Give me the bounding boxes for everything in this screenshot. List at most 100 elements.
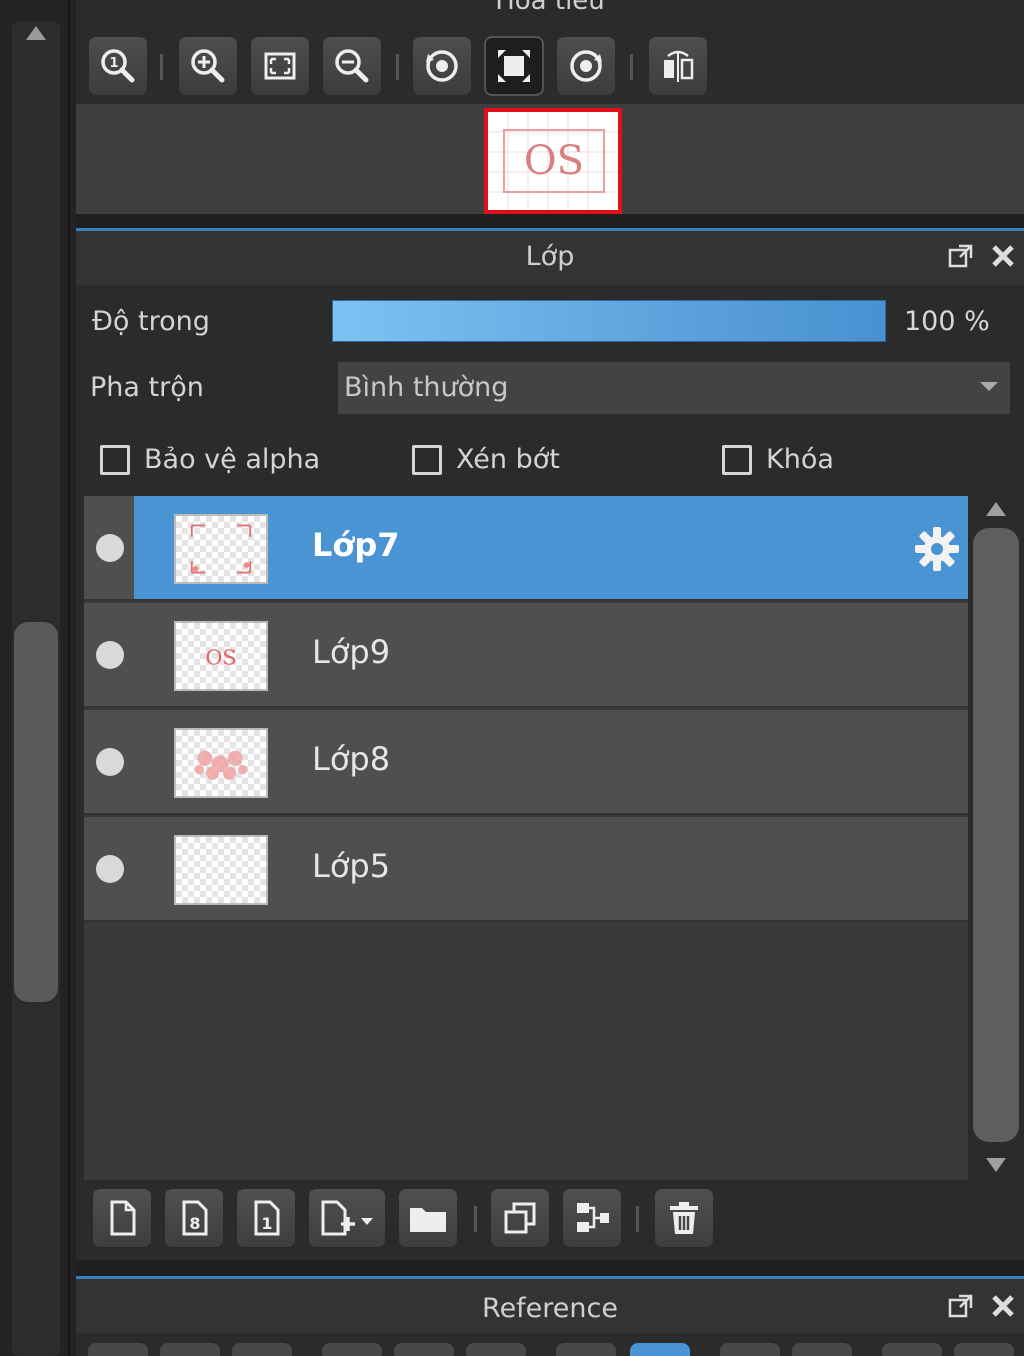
- lock-checkbox[interactable]: Khóa: [722, 444, 834, 475]
- reference-tool-button[interactable]: [322, 1343, 382, 1356]
- layer-row[interactable]: OS Lớp9: [84, 603, 968, 708]
- page-1-icon: 1: [254, 1200, 280, 1236]
- svg-text:OS: OS: [524, 138, 584, 184]
- folder-icon: [410, 1208, 446, 1232]
- reference-tool-button[interactable]: [466, 1343, 526, 1356]
- left-scrollbar-thumb[interactable]: [14, 622, 58, 1002]
- reference-tool-button-active[interactable]: [630, 1343, 690, 1356]
- reference-panel-title: Reference: [482, 1293, 618, 1324]
- delete-layer-button[interactable]: [654, 1188, 714, 1248]
- rotate-right-icon: [570, 50, 602, 82]
- duplicate-icon: [504, 1202, 536, 1234]
- new-page-icon: [110, 1200, 136, 1236]
- layer-thumbnail: OS: [174, 621, 268, 691]
- left-scroll-up-arrow[interactable]: [26, 26, 46, 40]
- zoom-in-button[interactable]: [178, 36, 238, 96]
- navigator-titlebar: Hoa tiêu: [76, 0, 1024, 28]
- canvas-preview-image: OS: [488, 112, 618, 210]
- navigator-toolbar: 1: [76, 28, 1024, 104]
- flip-horizontal-icon: [664, 50, 694, 82]
- visibility-toggle[interactable]: [96, 534, 124, 562]
- layer-name: Lớp5: [312, 847, 391, 885]
- layer-name: Lớp9: [312, 633, 391, 671]
- zoom-out-button[interactable]: [322, 36, 382, 96]
- navigator-title: Hoa tiêu: [495, 0, 605, 16]
- reference-tool-button[interactable]: [232, 1343, 292, 1356]
- reference-tool-button[interactable]: [720, 1343, 780, 1356]
- close-icon[interactable]: [988, 1291, 1018, 1321]
- duplicate-layer-button[interactable]: [490, 1188, 550, 1248]
- reference-tool-button[interactable]: [394, 1343, 454, 1356]
- chevron-down-icon: [980, 382, 998, 391]
- svg-text:1: 1: [261, 1214, 272, 1233]
- reference-tool-button[interactable]: [954, 1343, 1014, 1356]
- zoom-in-icon: [191, 49, 225, 83]
- clipping-checkbox[interactable]: Xén bớt: [412, 444, 560, 475]
- undock-icon[interactable]: [946, 241, 976, 271]
- lock-label: Khóa: [766, 444, 834, 475]
- navigator-thumbnail[interactable]: OS: [484, 108, 622, 214]
- checkbox-box[interactable]: [412, 444, 442, 475]
- undock-icon[interactable]: [946, 1291, 976, 1321]
- checkbox-box[interactable]: [100, 444, 130, 475]
- add-layer-menu-button[interactable]: [308, 1188, 386, 1248]
- scrollbar-thumb[interactable]: [973, 528, 1019, 1142]
- gear-icon[interactable]: [912, 524, 962, 574]
- flip-horizontal-button[interactable]: [648, 36, 708, 96]
- opacity-label: Độ trong: [92, 306, 210, 337]
- panel-separator: [76, 1260, 1024, 1276]
- svg-text:8: 8: [189, 1214, 200, 1233]
- new-8bit-layer-button[interactable]: 8: [164, 1188, 224, 1248]
- close-icon[interactable]: [988, 241, 1018, 271]
- layer-panel-title: Lớp: [525, 241, 575, 272]
- layer-panel-header: Lớp: [76, 231, 1024, 285]
- layer-row[interactable]: Lớp8: [84, 710, 968, 815]
- merge-down-button[interactable]: [562, 1188, 622, 1248]
- zoom-out-icon: [335, 49, 369, 83]
- fit-window-button[interactable]: [250, 36, 310, 96]
- page-8-icon: 8: [182, 1200, 208, 1236]
- navigator-preview-area[interactable]: OS: [76, 104, 1024, 214]
- toolbar-separator: [396, 54, 399, 80]
- visibility-toggle[interactable]: [96, 641, 124, 669]
- fit-frame-button[interactable]: [484, 36, 544, 96]
- layer-row[interactable]: Lớp7: [84, 496, 968, 601]
- protect-alpha-label: Bảo vệ alpha: [144, 444, 321, 475]
- toolbar-separator: [630, 54, 633, 80]
- trash-icon: [670, 1202, 698, 1234]
- layer-thumbnail: [174, 835, 268, 905]
- reference-tool-button[interactable]: [556, 1343, 616, 1356]
- toolbar-separator: [636, 1206, 639, 1232]
- layer-toolbar: 8 1: [76, 1180, 1024, 1260]
- fit-window-icon: [264, 52, 296, 80]
- opacity-slider[interactable]: [332, 300, 886, 342]
- reference-tool-button[interactable]: [792, 1343, 852, 1356]
- blend-mode-value: Bình thường: [344, 372, 509, 403]
- new-folder-button[interactable]: [398, 1188, 458, 1248]
- reference-tool-button[interactable]: [160, 1343, 220, 1356]
- visibility-toggle[interactable]: [96, 855, 124, 883]
- layer-list: Lớp7 OS Lớp9 Lớp8 Lớp5: [84, 496, 968, 1180]
- reference-tool-button[interactable]: [88, 1343, 148, 1356]
- scroll-up-arrow[interactable]: [986, 502, 1006, 516]
- scroll-down-arrow[interactable]: [986, 1158, 1006, 1172]
- blend-mode-select[interactable]: Bình thường: [338, 362, 1010, 414]
- rotate-left-button[interactable]: [412, 36, 472, 96]
- new-1bit-layer-button[interactable]: 1: [236, 1188, 296, 1248]
- svg-text:1: 1: [109, 56, 118, 71]
- fit-frame-icon: [498, 50, 530, 82]
- page-add-dropdown-icon: [321, 1200, 373, 1236]
- checkbox-box[interactable]: [722, 444, 752, 475]
- rotate-left-icon: [426, 50, 458, 82]
- visibility-toggle[interactable]: [96, 748, 124, 776]
- layer-row[interactable]: Lớp5: [84, 817, 968, 922]
- layer-name: Lớp7: [312, 526, 400, 564]
- layer-list-scrollbar[interactable]: [970, 496, 1022, 1180]
- opacity-value: 100 %: [904, 306, 990, 337]
- zoom-actual-button[interactable]: 1: [88, 36, 148, 96]
- magnifier-1-icon: 1: [101, 49, 135, 83]
- reference-tool-button[interactable]: [882, 1343, 942, 1356]
- protect-alpha-checkbox[interactable]: Bảo vệ alpha: [100, 444, 320, 475]
- new-layer-button[interactable]: [92, 1188, 152, 1248]
- rotate-right-button[interactable]: [556, 36, 616, 96]
